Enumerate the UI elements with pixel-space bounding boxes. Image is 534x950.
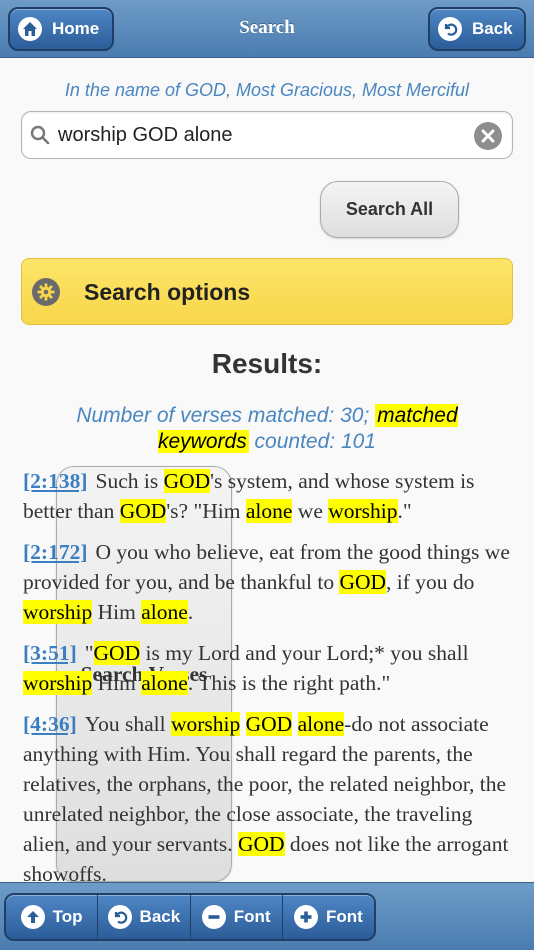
keyword-highlight: GOD [119, 499, 167, 523]
bottom-button-group: Top Back Font Font [4, 893, 376, 941]
search-options-bar[interactable]: Search options [21, 258, 513, 325]
bottom-toolbar: Top Back Font Font [0, 882, 534, 950]
keyword-highlight: worship [23, 671, 93, 695]
keyword-highlight: alone [245, 499, 293, 523]
back-label: Back [472, 19, 513, 38]
results-heading: Results: [211, 348, 323, 379]
verse-text: Him [92, 671, 142, 695]
search-icon [30, 125, 50, 150]
keyword-highlight: GOD [245, 712, 293, 736]
verse-text [292, 712, 297, 736]
verse-text: . [187, 600, 194, 624]
verse-text: is my Lord and your Lord;* you shall [140, 641, 469, 665]
results-summary: Number of verses matched: 30; matched ke… [40, 403, 494, 455]
verse-item: [2:172] O you who believe, eat from the g… [23, 537, 513, 627]
keyword-highlight: alone [141, 671, 188, 695]
font-increase-label: Font [325, 907, 363, 926]
keyword-highlight: worship [170, 712, 241, 736]
verse-text: Him [92, 600, 142, 624]
keyword-highlight: GOD [237, 832, 285, 856]
top-toolbar: Home Search Back [0, 0, 534, 58]
verse-reference-link[interactable]: [3:51] [23, 641, 77, 665]
arrow-up-icon [20, 905, 45, 929]
keyword-highlight: GOD [93, 641, 141, 665]
keyword-highlight: alone [141, 600, 188, 624]
font-decrease-button[interactable]: Font [191, 895, 283, 939]
verse-text [240, 712, 245, 736]
verse-text: , if you do [386, 570, 475, 594]
keyword-highlight: worship [328, 499, 398, 523]
verse-text: ." [397, 499, 412, 523]
verse-text: " [84, 641, 94, 665]
verse-text: Such is [95, 469, 164, 493]
search-field [21, 111, 513, 159]
top-button[interactable]: Top [6, 895, 99, 939]
summary-counted: counted: 101 [254, 430, 376, 453]
gear-icon [32, 278, 60, 306]
verse-text: . This is the right path." [187, 671, 391, 695]
search-options-label: Search options [84, 279, 251, 305]
keyword-highlight: worship [23, 600, 93, 624]
keyword-highlight: GOD [339, 570, 387, 594]
verse-item: [4:36] You shall worship GOD alone-do not… [23, 709, 513, 882]
verse-reference-link[interactable]: [4:36] [23, 712, 77, 736]
verse-reference-link[interactable]: [2:172] [23, 540, 87, 564]
keyword-highlight: GOD [163, 469, 211, 493]
back-button[interactable]: Back [428, 7, 526, 51]
font-increase-button[interactable]: Font [283, 895, 374, 939]
verse-text: we [292, 499, 329, 523]
verse-results-list: [2:138] Such is GOD's system, and whose s… [23, 466, 513, 882]
clear-icon[interactable] [474, 122, 502, 150]
verse-text: 's? "Him [166, 499, 246, 523]
basmala-text: In the name of GOD, Most Gracious, Most … [64, 80, 470, 100]
plus-icon [293, 905, 318, 929]
keyword-highlight: alone [297, 712, 345, 736]
top-label: Top [52, 907, 83, 926]
search-all-button[interactable]: Search All [320, 181, 459, 238]
footer-back-label: Back [139, 907, 181, 926]
verse-item: [2:138] Such is GOD's system, and whose s… [23, 466, 513, 526]
back-arrow-icon [107, 905, 132, 929]
font-decrease-label: Font [233, 907, 271, 926]
summary-matched: Number of verses matched: 30; [76, 404, 370, 427]
verse-reference-link[interactable]: [2:138] [23, 469, 87, 493]
back-arrow-icon [438, 17, 462, 41]
verse-text: You shall [84, 712, 171, 736]
verse-item: [3:51] "GOD is my Lord and your Lord;* yo… [23, 638, 513, 698]
search-input[interactable] [58, 121, 468, 149]
footer-back-button[interactable]: Back [98, 895, 191, 939]
minus-icon [201, 905, 226, 929]
